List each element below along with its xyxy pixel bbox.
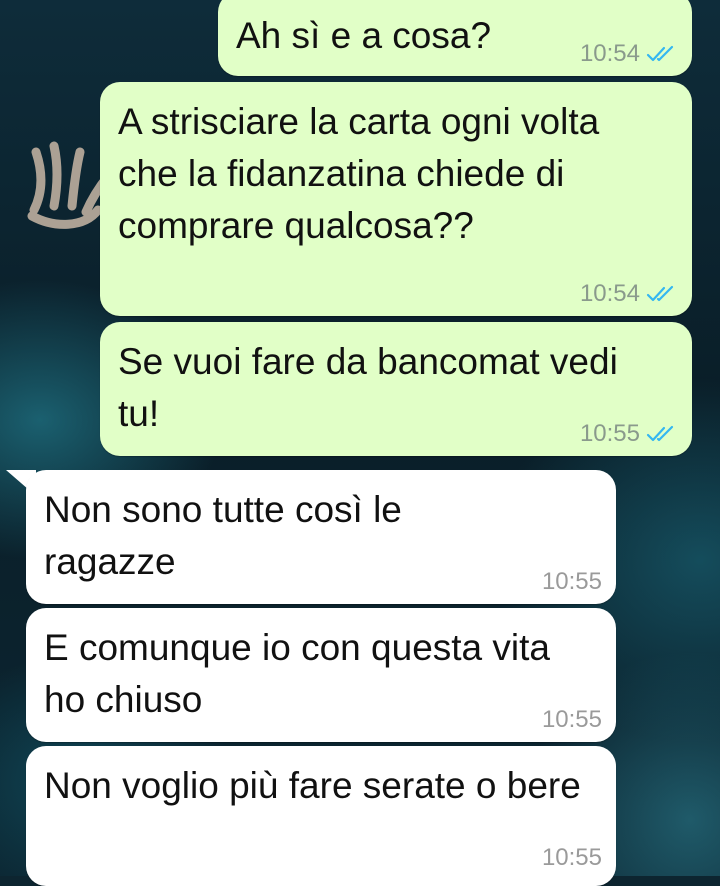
message-bubble-outgoing[interactable]: A strisciare la carta ogni volta che la … — [100, 82, 692, 316]
message-text: Non voglio più fare serate o bere — [44, 765, 581, 806]
message-text: Non sono tutte così le ragazze — [44, 489, 402, 582]
message-meta: 10:54 — [580, 280, 676, 308]
message-time: 10:55 — [541, 706, 602, 733]
message-bubble-incoming[interactable]: Non sono tutte così le ragazze 10:55 — [26, 470, 616, 604]
message-meta: 10:55 — [542, 844, 602, 872]
message-bubble-incoming[interactable]: E comunque io con questa vita ho chiuso … — [26, 608, 616, 742]
message-time: 10:55 — [541, 844, 602, 871]
message-meta: 10:54 — [580, 40, 676, 68]
message-time: 10:55 — [579, 420, 640, 447]
double-check-read-icon — [646, 425, 674, 442]
message-text: A strisciare la carta ogni volta che la … — [118, 101, 600, 246]
double-check-read-icon — [646, 45, 674, 62]
message-time: 10:54 — [579, 280, 640, 307]
message-meta: 10:55 — [542, 706, 602, 734]
message-time: 10:55 — [541, 568, 602, 595]
double-check-read-icon — [646, 285, 674, 302]
message-time: 10:54 — [579, 40, 640, 67]
message-meta: 10:55 — [542, 568, 602, 596]
message-meta: 10:55 — [580, 420, 676, 448]
message-text: Se vuoi fare da bancomat vedi tu! — [118, 341, 618, 434]
message-text: E comunque io con questa vita ho chiuso — [44, 627, 550, 720]
message-bubble-outgoing[interactable]: Se vuoi fare da bancomat vedi tu! 10:55 — [100, 322, 692, 456]
message-bubble-incoming[interactable]: Non voglio più fare serate o bere 10:55 — [26, 746, 616, 886]
wallpaper-hand-graphic — [27, 141, 113, 229]
message-bubble-outgoing[interactable]: Ah sì e a cosa? 10:54 — [218, 0, 692, 76]
